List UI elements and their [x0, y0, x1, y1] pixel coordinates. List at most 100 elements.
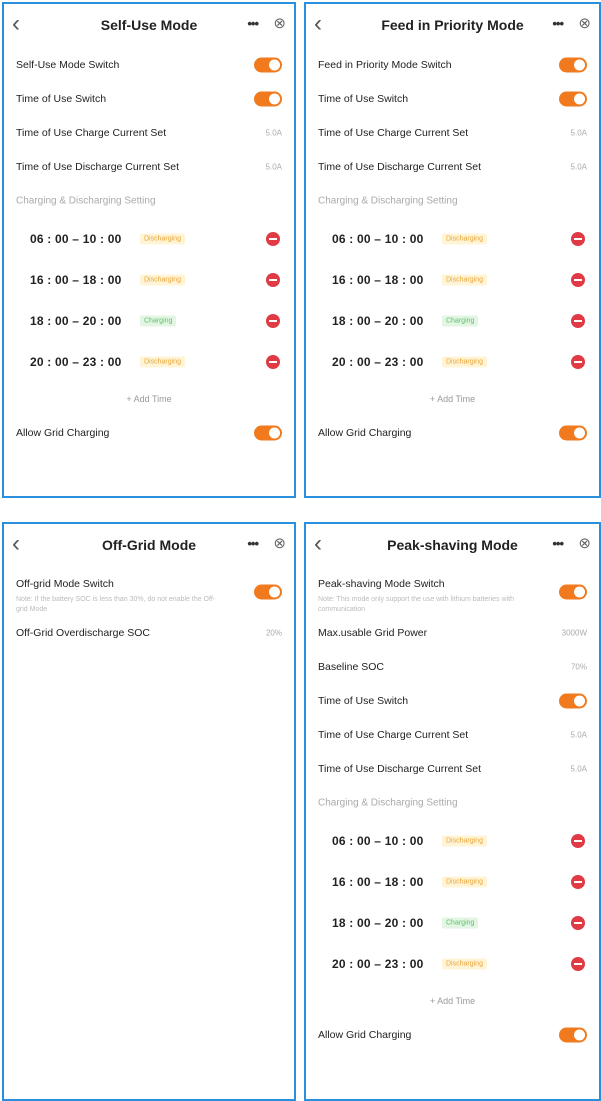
charge-current-row[interactable]: Time of Use Charge Current Set 5.0A — [306, 718, 599, 752]
discharging-badge: Discharging — [442, 876, 487, 887]
grid-charging-toggle[interactable] — [559, 1027, 587, 1043]
discharge-current-row[interactable]: Time of Use Discharge Current Set 5.0A — [4, 150, 294, 184]
more-dots-icon[interactable]: ••• — [247, 536, 259, 551]
slot-time: 18 : 00 – 20 : 00 — [30, 313, 122, 328]
time-slot[interactable]: 16 : 00 – 18 : 00 Discharging — [4, 259, 294, 300]
slot-time: 20 : 00 – 23 : 00 — [30, 354, 122, 369]
slot-time: 20 : 00 – 23 : 00 — [332, 956, 424, 971]
slot-time: 06 : 00 – 10 : 00 — [332, 833, 424, 848]
add-time-label: + Add Time — [429, 996, 476, 1006]
mode-note: Note: This mode only support the use wit… — [318, 596, 514, 613]
slot-time: 16 : 00 – 18 : 00 — [332, 874, 424, 889]
mode-note: Note: If the battery SOC is less than 30… — [16, 596, 216, 613]
close-circle-icon[interactable]: ⊗ — [273, 14, 286, 32]
charge-current-value: 5.0A — [570, 730, 587, 740]
discharge-current-row[interactable]: Time of Use Discharge Current Set 5.0A — [306, 150, 599, 184]
discharging-badge: Discharging — [140, 274, 185, 285]
time-slot[interactable]: 06 : 00 – 10 : 00 Discharging — [306, 218, 599, 259]
remove-icon[interactable] — [571, 313, 585, 328]
time-slot[interactable]: 16 : 00 – 18 : 00 Discharging — [306, 861, 599, 902]
remove-icon[interactable] — [571, 231, 585, 246]
charge-current-row[interactable]: Time of Use Charge Current Set 5.0A — [4, 116, 294, 150]
remove-icon[interactable] — [571, 272, 585, 287]
time-slot[interactable]: 06 : 00 – 10 : 00 Discharging — [306, 820, 599, 861]
discharge-current-label: Time of Use Discharge Current Set — [16, 161, 180, 173]
charge-current-value: 5.0A — [570, 128, 587, 138]
more-dots-icon[interactable]: ••• — [552, 536, 564, 551]
close-circle-icon[interactable]: ⊗ — [578, 14, 591, 32]
add-time-button[interactable]: + Add Time — [4, 382, 294, 416]
tou-switch-label: Time of Use Switch — [318, 93, 409, 105]
remove-icon[interactable] — [571, 833, 585, 848]
time-slot[interactable]: 20 : 00 – 23 : 00 Discharging — [4, 341, 294, 382]
discharge-current-value: 5.0A — [570, 764, 587, 774]
max-grid-power-row[interactable]: Max.usable Grid Power 3000W — [306, 616, 599, 650]
time-slot[interactable]: 18 : 00 – 20 : 00 Charging — [306, 300, 599, 341]
discharge-current-value: 5.0A — [265, 162, 282, 172]
remove-icon[interactable] — [266, 272, 280, 287]
grid-charging-toggle[interactable] — [254, 425, 282, 441]
tou-switch-toggle[interactable] — [254, 91, 282, 107]
mode-switch-toggle[interactable] — [254, 584, 282, 600]
add-time-button[interactable]: + Add Time — [306, 382, 599, 416]
remove-icon[interactable] — [266, 354, 280, 369]
mode-switch-toggle[interactable] — [254, 57, 282, 73]
remove-icon[interactable] — [571, 354, 585, 369]
overdischarge-soc-row[interactable]: Off-Grid Overdischarge SOC 20% — [4, 616, 294, 650]
slot-time: 20 : 00 – 23 : 00 — [332, 354, 424, 369]
tou-switch-toggle[interactable] — [559, 91, 587, 107]
charging-badge: Charging — [140, 315, 177, 326]
time-slot[interactable]: 18 : 00 – 20 : 00 Charging — [4, 300, 294, 341]
discharge-current-row[interactable]: Time of Use Discharge Current Set 5.0A — [306, 752, 599, 786]
add-time-button[interactable]: + Add Time — [306, 984, 599, 1018]
add-time-label: + Add Time — [126, 394, 172, 404]
discharging-badge: Discharging — [442, 356, 487, 367]
remove-icon[interactable] — [266, 313, 280, 328]
charging-badge: Charging — [442, 917, 479, 928]
time-slot[interactable]: 20 : 00 – 23 : 00 Discharging — [306, 341, 599, 382]
mode-switch-row: Feed in Priority Mode Switch — [306, 48, 599, 82]
slot-time: 18 : 00 – 20 : 00 — [332, 313, 424, 328]
header: ‹ Self-Use Mode ••• ⊗ — [4, 4, 294, 48]
charging-badge: Charging — [442, 315, 479, 326]
remove-icon[interactable] — [571, 874, 585, 889]
tou-switch-toggle[interactable] — [559, 693, 587, 709]
time-slot[interactable]: 06 : 00 – 10 : 00 Discharging — [4, 218, 294, 259]
section-title: Charging & Discharging Setting — [318, 797, 458, 809]
mode-switch-toggle[interactable] — [559, 57, 587, 73]
tou-switch-row: Time of Use Switch — [306, 684, 599, 718]
close-circle-icon[interactable]: ⊗ — [273, 534, 286, 552]
time-slot[interactable]: 20 : 00 – 23 : 00 Discharging — [306, 943, 599, 984]
section-title: Charging & Discharging Setting — [318, 195, 458, 207]
max-grid-power-label: Max.usable Grid Power — [318, 627, 428, 639]
mode-switch-label: Feed in Priority Mode Switch — [318, 59, 452, 71]
close-circle-icon[interactable]: ⊗ — [578, 534, 591, 552]
discharge-current-value: 5.0A — [570, 162, 587, 172]
grid-charging-row: Allow Grid Charging — [4, 416, 294, 450]
remove-icon[interactable] — [571, 956, 585, 971]
remove-icon[interactable] — [266, 231, 280, 246]
grid-charging-row: Allow Grid Charging — [306, 1018, 599, 1052]
time-slot[interactable]: 18 : 00 – 20 : 00 Charging — [306, 902, 599, 943]
baseline-soc-row[interactable]: Baseline SOC 70% — [306, 650, 599, 684]
off-grid-mode-panel: ‹ Off-Grid Mode ••• ⊗ Off-grid Mode Swit… — [2, 522, 296, 1101]
slot-time: 06 : 00 – 10 : 00 — [30, 231, 122, 246]
mode-switch-label: Self-Use Mode Switch — [16, 59, 120, 71]
grid-charging-label: Allow Grid Charging — [16, 427, 110, 439]
more-dots-icon[interactable]: ••• — [247, 16, 259, 31]
section-header: Charging & Discharging Setting — [306, 184, 599, 218]
mode-switch-row: Self-Use Mode Switch — [4, 48, 294, 82]
slot-time: 06 : 00 – 10 : 00 — [332, 231, 424, 246]
charge-current-row[interactable]: Time of Use Charge Current Set 5.0A — [306, 116, 599, 150]
discharging-badge: Discharging — [442, 233, 487, 244]
discharging-badge: Discharging — [442, 835, 487, 846]
charge-current-label: Time of Use Charge Current Set — [16, 127, 167, 139]
remove-icon[interactable] — [571, 915, 585, 930]
overdischarge-soc-label: Off-Grid Overdischarge SOC — [16, 627, 151, 639]
time-slot[interactable]: 16 : 00 – 18 : 00 Discharging — [306, 259, 599, 300]
grid-charging-toggle[interactable] — [559, 425, 587, 441]
more-dots-icon[interactable]: ••• — [552, 16, 564, 31]
tou-switch-label: Time of Use Switch — [318, 695, 409, 707]
feed-in-priority-panel: ‹ Feed in Priority Mode ••• ⊗ Feed in Pr… — [304, 2, 601, 498]
mode-switch-toggle[interactable] — [559, 584, 587, 600]
